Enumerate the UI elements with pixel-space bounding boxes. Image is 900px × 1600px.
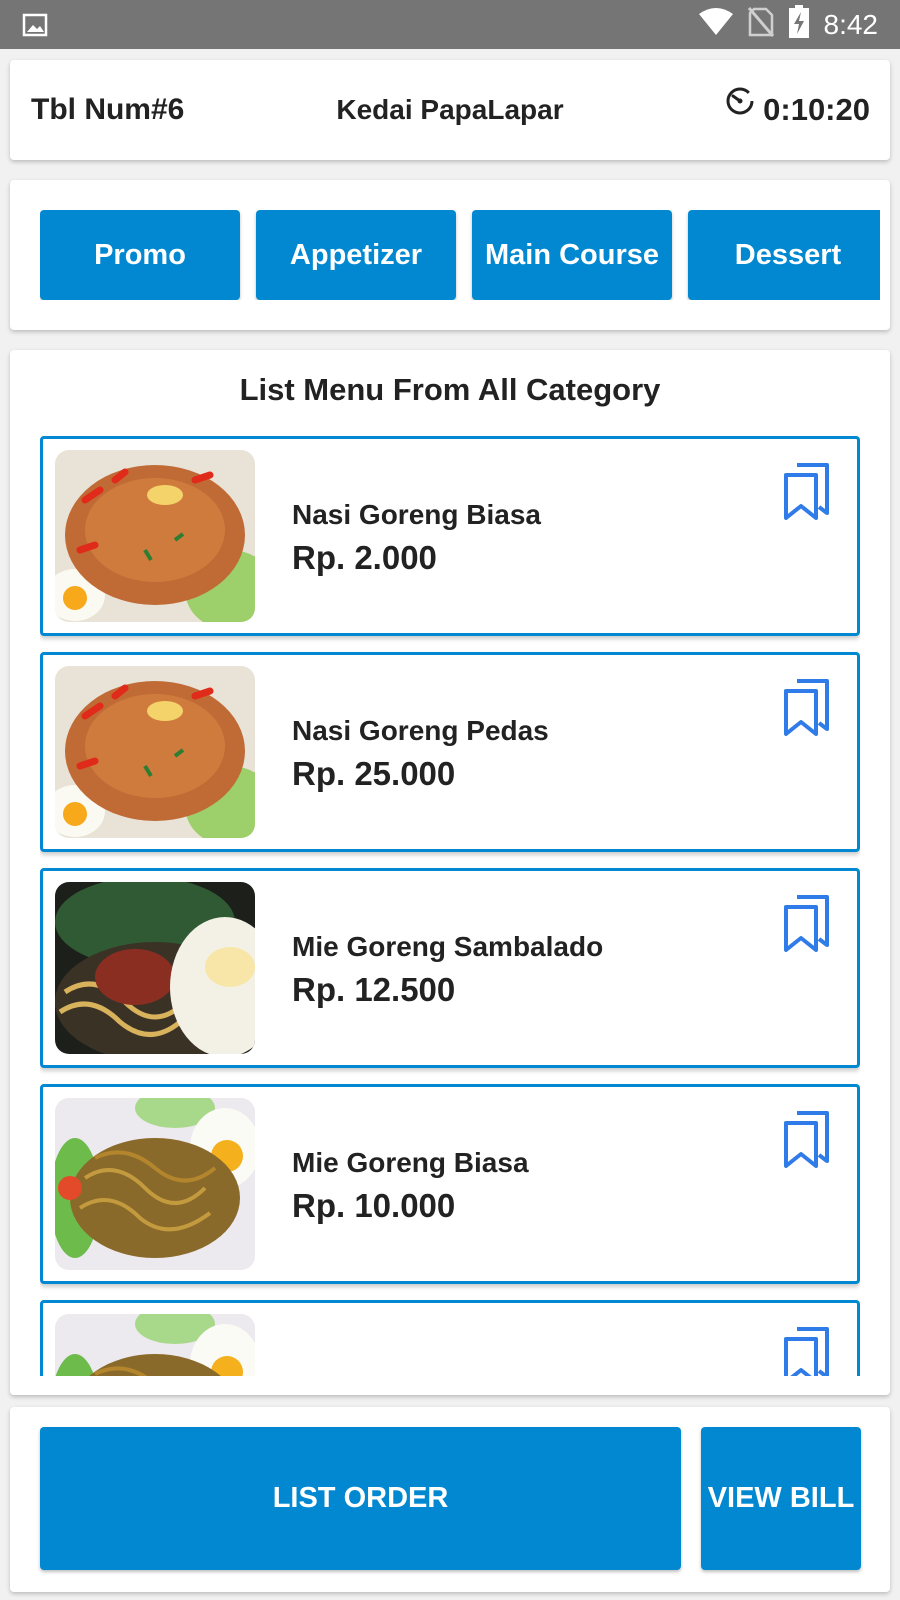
header-card: Kedai PapaLapar Tbl Num#6 0:10:20 [10,60,890,160]
menu-item-name: Mie Goreng Sambalado [292,931,604,962]
fried-rice-photo [55,450,255,622]
view-bill-button[interactable]: VIEW BILL [701,1427,861,1570]
wifi-icon [698,8,734,41]
menu-item[interactable]: Mie Goreng Sambalado Rp. 12.500 [40,868,860,1068]
status-bar: 8:42 [0,0,900,49]
sambalado-noodle-photo [55,882,255,1054]
menu-item-name: Nasi Goreng Pedas [292,715,549,746]
table-number: Tbl Num#6 [31,93,185,126]
list-order-button[interactable]: LIST ORDER [40,1427,681,1570]
bookmark-icon[interactable] [783,463,831,526]
battery-charging-icon [788,5,810,44]
no-sim-icon [747,7,774,42]
menu-item[interactable]: Nasi Goreng Biasa Rp. 2.000 [40,436,860,636]
category-promo-button[interactable]: Promo [40,210,240,300]
clock: 8:42 [823,8,879,40]
category-appetizer-button[interactable]: Appetizer [256,210,456,300]
bookmark-icon[interactable] [783,1327,831,1376]
category-scroll[interactable]: Promo Appetizer Main Course Dessert [40,210,880,300]
menu-item[interactable] [40,1300,860,1376]
menu-item[interactable]: Mie Goreng Biasa Rp. 10.000 [40,1084,860,1284]
fried-rice-photo [55,666,255,838]
bookmark-icon[interactable] [783,895,831,958]
menu-item-price: Rp. 10.000 [292,1187,456,1224]
menu-item-price: Rp. 12.500 [292,971,456,1008]
menu-item-name: Nasi Goreng Biasa [292,499,541,530]
action-bar: LIST ORDER VIEW BILL [10,1407,890,1592]
menu-panel: List Menu From All Category Nasi Goreng … [10,350,890,1395]
menu-title: List Menu From All Category [239,372,661,407]
timer-value: 0:10:20 [763,92,870,127]
menu-item-price: Rp. 25.000 [292,755,456,792]
menu-item[interactable]: Nasi Goreng Pedas Rp. 25.000 [40,652,860,852]
category-dessert-button[interactable]: Dessert [688,210,880,300]
image-icon [22,13,48,37]
menu-list[interactable]: Nasi Goreng Biasa Rp. 2.000 Nasi Goreng … [40,436,860,1376]
menu-item-name: Mie Goreng Biasa [292,1147,529,1178]
menu-item-price: Rp. 2.000 [292,539,437,576]
order-timer: 0:10:20 [725,60,870,160]
category-main-course-button[interactable]: Main Course [472,210,672,300]
category-bar: Promo Appetizer Main Course Dessert [10,180,890,330]
fried-noodle-photo [55,1098,255,1270]
bookmark-icon[interactable] [783,679,831,742]
fried-noodle-photo [55,1314,255,1376]
bookmark-icon[interactable] [783,1111,831,1174]
timer-icon [725,86,755,121]
